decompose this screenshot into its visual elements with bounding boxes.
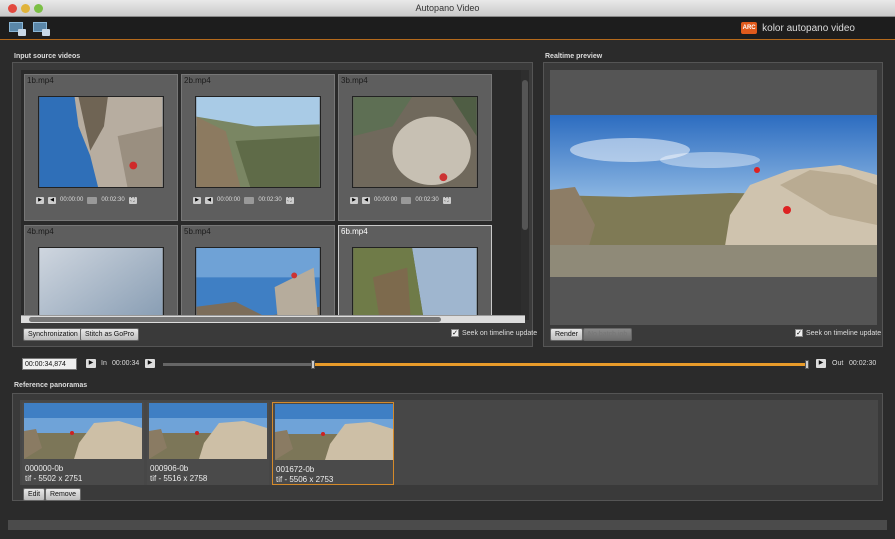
input-sources-title: Input source videos (14, 53, 81, 60)
in-handle[interactable] (310, 360, 315, 369)
out-time: 00:02:30 (849, 360, 877, 367)
scrubber-icon[interactable] (401, 196, 412, 204)
realtime-preview-panel: Render No batch job ✓ Seek on timeline u… (543, 62, 883, 347)
seek-label: Seek on timeline update (806, 329, 882, 337)
panorama-dimensions: tif - 5516 x 2758 (150, 474, 208, 483)
video-thumbnail (195, 247, 321, 320)
fullscreen-icon[interactable]: ⛶ (442, 196, 451, 204)
horizontal-scrollbar[interactable] (21, 315, 525, 323)
toolbar: ARC kolor autopano video (0, 17, 895, 40)
video-tile[interactable]: 1b.mp4 ▶ ◀ 00:00:00 00:02:30 ⛶ (24, 74, 178, 221)
play-icon[interactable]: ▶ (86, 359, 96, 368)
panorama-dimensions: tif - 5502 x 2751 (25, 474, 83, 483)
reference-panoramas-title: Reference panoramas (14, 382, 88, 389)
in-time: 00:00:34 (112, 360, 140, 367)
time-current: 00:00:00 (217, 197, 241, 203)
panorama-dimensions: tif - 5506 x 2753 (276, 475, 334, 484)
timeline-track[interactable] (163, 360, 809, 369)
panorama-name: 001672-0b (276, 465, 315, 474)
preview-seek-checkbox[interactable]: ✓ Seek on timeline update (795, 329, 881, 337)
video-tile[interactable]: 2b.mp4 ▶ ◀ 00:00:00 00:02:30 ⛶ (181, 74, 335, 221)
fullscreen-icon[interactable]: ⛶ (285, 196, 294, 204)
window-title: Autopano Video (415, 3, 480, 13)
time-current: 00:00:00 (60, 197, 84, 203)
mute-icon[interactable]: ◀ (48, 196, 56, 204)
preview-area (550, 70, 877, 325)
video-tile[interactable]: 3b.mp4 ▶ ◀ 00:00:00 00:02:30 ⛶ (338, 74, 492, 221)
video-thumbnail (38, 96, 164, 188)
mute-icon[interactable]: ◀ (205, 196, 213, 204)
import-video-button[interactable] (8, 20, 26, 36)
reference-panoramas-panel: 000000-0b tif - 5502 x 2751 000906-0b ti… (12, 393, 883, 501)
panorama-name: 000000-0b (25, 464, 64, 473)
set-out-icon[interactable]: ▶ (816, 359, 826, 368)
brand: ARC kolor autopano video (741, 22, 855, 34)
time-total: 00:02:30 (101, 197, 125, 203)
remove-button[interactable]: Remove (45, 488, 82, 501)
out-handle[interactable] (805, 360, 809, 369)
timeline: 00:00:34,874 ▶ In 00:00:34 ▶ ▶ Out 00:02… (0, 352, 895, 376)
title-bar: Autopano Video (0, 0, 895, 17)
time-current: 00:00:00 (374, 197, 398, 203)
checkbox-checked-icon: ✓ (451, 329, 459, 337)
time-total: 00:02:30 (415, 197, 439, 203)
panorama-list: 000000-0b tif - 5502 x 2751 000906-0b ti… (20, 400, 878, 485)
panorama-item[interactable]: 001672-0b tif - 5506 x 2753 (272, 402, 394, 485)
video-filename: 1b.mp4 (27, 76, 54, 85)
kolor-logo-icon: ARC (741, 22, 758, 34)
edit-button[interactable]: Edit (23, 488, 46, 501)
out-label: Out (832, 360, 844, 367)
seek-on-timeline-checkbox[interactable]: ✓ Seek on timeline update (451, 329, 537, 337)
video-grid: 1b.mp4 ▶ ◀ 00:00:00 00:02:30 ⛶ 2b.mp4 ▶ … (21, 70, 525, 320)
video-thumbnail (38, 247, 164, 320)
realtime-preview-title: Realtime preview (545, 53, 603, 60)
seek-label: Seek on timeline update (462, 329, 538, 337)
video-filename: 2b.mp4 (184, 76, 211, 85)
panorama-thumbnail (275, 404, 393, 460)
video-filename: 6b.mp4 (341, 227, 368, 236)
video-tile[interactable]: 4b.mp4 (24, 225, 178, 320)
video-filename: 4b.mp4 (27, 227, 54, 236)
video-thumbnail (352, 96, 478, 188)
panorama-thumbnail (149, 403, 267, 459)
timeline-selection (312, 363, 809, 366)
divider (0, 39, 895, 40)
video-tile[interactable]: 5b.mp4 (181, 225, 335, 320)
play-icon[interactable]: ▶ (350, 196, 358, 204)
vertical-scrollbar[interactable] (521, 70, 529, 320)
brand-name: kolor autopano video (762, 22, 855, 34)
panorama-thumbnail (24, 403, 142, 459)
scrubber-icon[interactable] (87, 196, 98, 204)
mute-icon[interactable]: ◀ (362, 196, 370, 204)
in-label: In (101, 360, 107, 367)
video-filename: 5b.mp4 (184, 227, 211, 236)
play-icon[interactable]: ▶ (193, 196, 201, 204)
video-filename: 3b.mp4 (341, 76, 368, 85)
video-controls: ▶ ◀ 00:00:00 00:02:30 ⛶ (193, 195, 325, 205)
import-panorama-button[interactable] (32, 20, 50, 36)
render-button[interactable]: Render (550, 328, 583, 341)
time-total: 00:02:30 (258, 197, 282, 203)
video-thumbnail (352, 247, 478, 320)
input-sources-panel: 1b.mp4 ▶ ◀ 00:00:00 00:02:30 ⛶ 2b.mp4 ▶ … (12, 62, 537, 347)
fullscreen-icon[interactable]: ⛶ (128, 196, 137, 204)
scrubber-icon[interactable] (244, 196, 255, 204)
set-in-icon[interactable]: ▶ (145, 359, 155, 368)
panorama-item[interactable]: 000000-0b tif - 5502 x 2751 (22, 402, 144, 485)
video-controls: ▶ ◀ 00:00:00 00:02:30 ⛶ (36, 195, 168, 205)
checkbox-checked-icon: ✓ (795, 329, 803, 337)
video-tile[interactable]: 6b.mp4 (338, 225, 492, 320)
stitch-button[interactable]: Stitch as GoPro (80, 328, 140, 341)
panorama-preview[interactable] (550, 115, 877, 277)
status-bar (8, 520, 887, 530)
panorama-name: 000906-0b (150, 464, 189, 473)
play-icon[interactable]: ▶ (36, 196, 44, 204)
video-thumbnail (195, 96, 321, 188)
batch-job-button[interactable]: No batch job (583, 328, 633, 341)
synchronization-button[interactable]: Synchronization (23, 328, 83, 341)
current-time-field[interactable]: 00:00:34,874 (22, 358, 77, 370)
video-controls: ▶ ◀ 00:00:00 00:02:30 ⛶ (350, 195, 482, 205)
panorama-item[interactable]: 000906-0b tif - 5516 x 2758 (147, 402, 269, 485)
